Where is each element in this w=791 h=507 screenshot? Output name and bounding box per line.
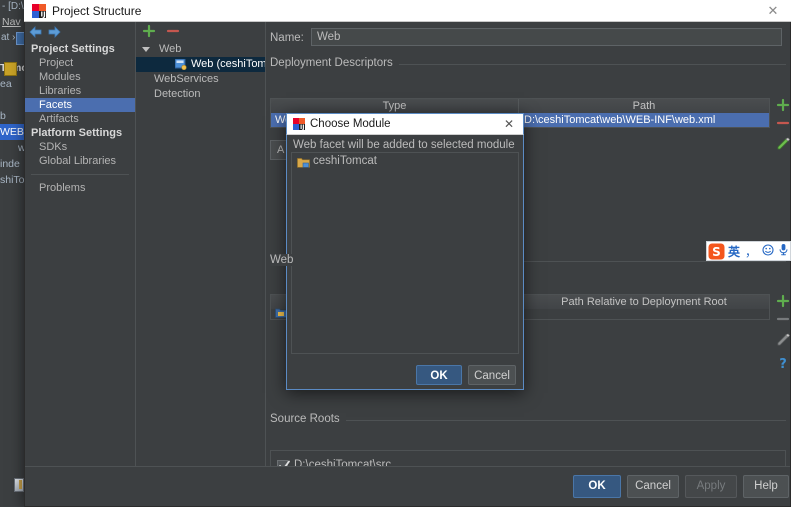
- project-structure-title: Project Structure: [52, 4, 142, 18]
- column-header-type[interactable]: Type: [271, 99, 519, 113]
- breadcrumb-text: at ›: [1, 32, 16, 43]
- name-input[interactable]: Web: [311, 28, 782, 46]
- tree-node-label: Detection: [154, 88, 201, 100]
- close-icon[interactable]: ✕: [762, 3, 784, 19]
- project-structure-button-bar: OK Cancel Apply Help: [25, 466, 790, 506]
- name-label: Name:: [270, 32, 304, 44]
- remove-icon[interactable]: [772, 114, 791, 132]
- choose-module-ok-button[interactable]: OK: [416, 365, 462, 385]
- menu-item-navigate[interactable]: Nav: [2, 16, 21, 28]
- web-resource-directories-label: Web: [270, 254, 300, 266]
- svg-text:?: ?: [779, 357, 787, 372]
- project-structure-settings-list[interactable]: Project Settings Project Modules Librari…: [25, 42, 135, 482]
- sidebar-item-project[interactable]: Project: [25, 56, 135, 70]
- intellij-logo-icon: IJ: [32, 4, 46, 19]
- table-row[interactable]: D:\ceshiTomcat\web\WEB-INF\web.xml: [519, 113, 769, 127]
- facet-tree-panel: Web Web (ceshiTomcat) WebServices Detect…: [136, 22, 285, 482]
- choose-module-list[interactable]: ceshiTomcat: [291, 152, 519, 354]
- remove-icon[interactable]: [772, 310, 791, 328]
- sidebar-item-problems[interactable]: Problems: [25, 181, 135, 195]
- sidebar-item-global-libraries[interactable]: Global Libraries: [25, 154, 135, 168]
- web-resource-directories-toolbar: ?: [772, 292, 791, 378]
- back-arrow-icon[interactable]: [29, 26, 43, 38]
- deployment-descriptors-toolbar: [772, 96, 791, 162]
- settings-category-project: Project Settings: [31, 43, 115, 55]
- cancel-button[interactable]: Cancel: [627, 475, 679, 498]
- svg-text:IJ: IJ: [300, 124, 304, 130]
- smiley-icon[interactable]: [762, 243, 774, 259]
- edit-pencil-icon[interactable]: [772, 136, 791, 154]
- tree-node-web[interactable]: Web: [136, 42, 265, 57]
- facet-tree-toolbar: [136, 24, 265, 40]
- module-folder-icon: [297, 157, 310, 168]
- help-button[interactable]: Help: [743, 475, 789, 498]
- ime-punctuation-toggle[interactable]: ，: [745, 243, 757, 260]
- source-roots-label: Source Roots: [270, 413, 346, 425]
- svg-text:S: S: [712, 245, 721, 259]
- sidebar-item-libraries[interactable]: Libraries: [25, 84, 135, 98]
- ime-language-mode[interactable]: 英: [728, 243, 740, 260]
- ok-button[interactable]: OK: [573, 475, 621, 498]
- deployment-descriptors-label: Deployment Descriptors: [270, 57, 399, 69]
- section-rule: [270, 420, 786, 421]
- choose-module-cancel-button[interactable]: Cancel: [468, 365, 516, 385]
- apply-button: Apply: [685, 475, 737, 498]
- add-icon[interactable]: [772, 96, 791, 114]
- sogou-ime-toolbar[interactable]: S 英 ，: [706, 241, 791, 261]
- settings-category-platform: Platform Settings: [31, 127, 123, 139]
- sogou-logo-icon[interactable]: S: [708, 243, 725, 260]
- column-header-path[interactable]: Path: [519, 99, 769, 113]
- remove-icon[interactable]: [166, 24, 180, 38]
- sidebar-item-sdks[interactable]: SDKs: [25, 140, 135, 154]
- tree-node-web-ceshitomcat[interactable]: Web (ceshiTomcat): [136, 57, 285, 72]
- web-facet-icon: [174, 58, 187, 71]
- chevron-down-icon[interactable]: [142, 47, 150, 52]
- edit-pencil-icon[interactable]: [772, 332, 791, 350]
- sidebar-item-modules[interactable]: Modules: [25, 70, 135, 84]
- svg-text:IJ: IJ: [41, 11, 46, 19]
- intellij-logo-icon: IJ: [293, 118, 305, 131]
- tree-node-detection[interactable]: Detection: [136, 87, 265, 102]
- tree-node-label: Web: [159, 43, 182, 55]
- list-item-label: ceshiTomcat: [313, 155, 377, 167]
- column-header-path-relative[interactable]: Path Relative to Deployment Root: [519, 295, 769, 309]
- list-item-ceshitomcat[interactable]: ceshiTomcat: [293, 154, 519, 169]
- name-label-text: Name:: [270, 32, 304, 44]
- help-question-icon[interactable]: ?: [772, 354, 791, 372]
- add-icon[interactable]: [772, 292, 791, 310]
- project-structure-navbar: [25, 22, 135, 42]
- close-icon[interactable]: ✕: [499, 117, 519, 132]
- sidebar-item-facets[interactable]: Facets: [25, 98, 135, 112]
- sidebar-item-artifacts[interactable]: Artifacts: [25, 112, 135, 126]
- tree-node-label: WebServices: [154, 73, 219, 85]
- choose-module-prompt: Web facet will be added to selected modu…: [293, 139, 515, 151]
- sidebar-divider: [31, 174, 129, 175]
- add-icon[interactable]: [142, 24, 156, 38]
- choose-module-title: Choose Module: [310, 118, 391, 130]
- ide-status-indicator-icon: [14, 478, 24, 492]
- tree-node-webservices[interactable]: WebServices: [136, 72, 265, 87]
- microphone-icon[interactable]: [778, 243, 789, 259]
- forward-arrow-icon[interactable]: [47, 26, 61, 38]
